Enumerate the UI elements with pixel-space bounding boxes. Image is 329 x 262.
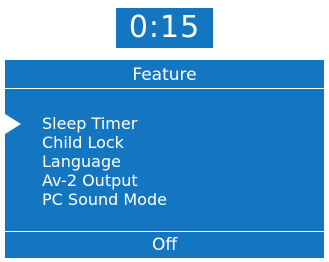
- tv-menu-screen: 0:15 Feature Sleep Timer Child Lock Lang…: [0, 0, 329, 262]
- selection-pointer-icon: [5, 114, 21, 134]
- menu-item-label: Sleep Timer: [42, 114, 138, 133]
- title-divider: [5, 88, 324, 89]
- menu-item-sleep-timer[interactable]: Sleep Timer: [5, 114, 324, 134]
- menu-item-pc-sound-mode[interactable]: PC Sound Mode: [5, 190, 324, 209]
- menu-list: Sleep Timer Child Lock Language Av-2 Out…: [5, 114, 324, 209]
- feature-menu-panel: Feature Sleep Timer Child Lock Language …: [5, 60, 324, 258]
- menu-item-label: Language: [42, 152, 121, 171]
- menu-item-label: Child Lock: [42, 133, 124, 152]
- menu-item-language[interactable]: Language: [5, 152, 324, 171]
- menu-item-child-lock[interactable]: Child Lock: [5, 133, 324, 152]
- menu-item-label: Av-2 Output: [42, 171, 138, 190]
- selected-option-value[interactable]: Off: [5, 232, 324, 258]
- sleep-timer-countdown: 0:15: [116, 8, 213, 48]
- menu-item-label: PC Sound Mode: [42, 190, 167, 209]
- menu-title: Feature: [132, 65, 197, 85]
- menu-item-av2-output[interactable]: Av-2 Output: [5, 171, 324, 190]
